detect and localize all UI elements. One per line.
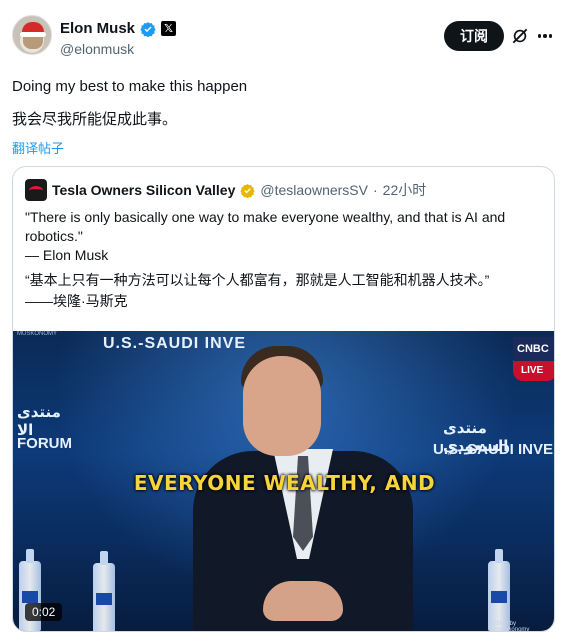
quote-header: Tesla Owners Silicon Valley @teslaowners… [25,179,426,201]
author-avatar[interactable] [12,15,52,55]
live-label: LIVE [513,361,554,381]
quote-text-zh: “基本上只有一种方法可以让每个人都富有，那就是人工智能和机器人技术。” [25,272,490,288]
video-credit: Edited by @muskonomy [491,621,530,632]
quote-timestamp: 22小时 [382,182,427,198]
quote-attribution-en: — Elon Musk [25,247,109,263]
cnbc-live-badge: CNBC LIVE [513,337,554,389]
quote-author-name: Tesla Owners Silicon Valley [52,182,236,198]
video-duration-badge: 0:02 [25,603,63,621]
more-icon[interactable] [535,26,555,46]
water-bottle [93,551,115,631]
banner-right-english: U.S.-SAUDI INVE [433,441,554,458]
grok-icon[interactable] [510,26,530,46]
author-name-row: Elon Musk 𝕏 [60,20,177,37]
quote-author-avatar [25,179,47,201]
quote-attribution-zh: ——埃隆·马斯克 [25,293,128,309]
author-name[interactable]: Elon Musk [60,20,135,37]
video-banner-left: منتدى الا FORUM [13,391,75,461]
quote-text-en: "There is only basically one way to make… [25,209,506,244]
quote-separator: · [372,182,378,198]
x-logo-icon: 𝕏 [161,21,177,36]
subscribe-button[interactable]: 订阅 [444,21,504,51]
tweet-header: Elon Musk 𝕏 @elonmusk 订阅 [0,0,561,70]
avatar-face [23,37,43,49]
author-handle[interactable]: @elonmusk [60,41,134,57]
video-caption: EVERYONE WEALTHY, AND [133,471,436,495]
tweet-text-zh: 我会尽我所能促成此事。 [12,111,178,128]
verified-badge-icon [140,21,156,37]
cnbc-logo: CNBC [513,337,554,361]
more-dot [543,34,547,38]
banner-left-arabic: منتدى الا [17,404,61,439]
more-dot [548,34,553,38]
video-watermark: MUSKONOMY [17,331,58,337]
quote-author-handle: @teslaownersSV [260,182,368,198]
speaker-hands [263,581,343,621]
more-dot [537,34,542,38]
translate-post-link[interactable]: 翻译帖子 [12,138,64,157]
speaker-head [243,356,321,456]
tweet-text-en: Doing my best to make this happen [12,78,248,95]
banner-left-forum: FORUM [17,435,72,452]
gold-verified-badge-icon [240,183,256,198]
quoted-tweet-card[interactable]: Tesla Owners Silicon Valley @teslaowners… [12,166,555,632]
quote-video[interactable]: MUSKONOMY U.S.-SAUDI INVE منتدى الا FORU… [13,331,554,632]
